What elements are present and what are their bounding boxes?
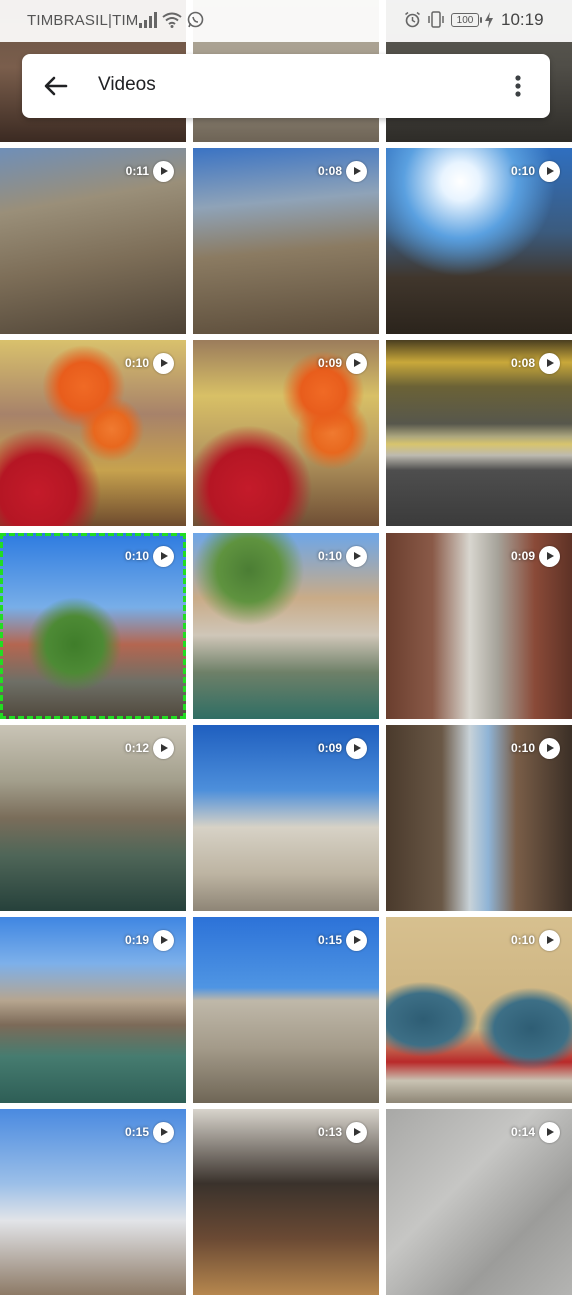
charging-icon <box>485 11 493 28</box>
video-duration: 0:10 <box>510 164 535 178</box>
video-duration: 0:09 <box>317 741 342 755</box>
video-thumbnail[interactable]: 0:09 <box>193 340 379 526</box>
video-thumbnail[interactable]: 0:15 <box>193 917 379 1103</box>
video-thumbnail[interactable]: 0:15 <box>0 1109 186 1295</box>
video-thumbnail[interactable]: 0:08 <box>193 148 379 334</box>
play-icon <box>539 738 560 759</box>
play-icon <box>346 930 367 951</box>
play-icon <box>346 546 367 567</box>
play-icon <box>153 930 174 951</box>
video-duration: 0:10 <box>510 741 535 755</box>
video-thumbnail[interactable]: 0:10 <box>386 148 572 334</box>
play-icon <box>153 1122 174 1143</box>
video-duration: 0:15 <box>124 1125 149 1139</box>
play-icon <box>346 161 367 182</box>
more-options-icon[interactable] <box>502 70 534 102</box>
video-duration: 0:08 <box>510 356 535 370</box>
video-thumbnail[interactable]: 0:19 <box>0 917 186 1103</box>
play-icon <box>153 546 174 567</box>
battery-indicator: 100 <box>451 12 482 27</box>
vibrate-icon <box>428 11 444 28</box>
carrier-label: TIMBRASIL|TIM <box>27 12 139 29</box>
play-icon <box>539 353 560 374</box>
battery-level: 100 <box>456 14 474 26</box>
top-app-bar: Videos <box>22 54 550 118</box>
video-grid: 0:11 0:08 0:10 0:10 0:09 0:08 0:10 0:10 … <box>0 0 572 1295</box>
play-icon <box>153 738 174 759</box>
video-thumbnail[interactable]: 0:12 <box>0 725 186 911</box>
status-icons-right: 100 <box>404 11 493 28</box>
play-icon <box>346 1122 367 1143</box>
play-icon <box>539 546 560 567</box>
video-duration: 0:10 <box>317 549 342 563</box>
video-thumbnail[interactable]: 0:11 <box>0 148 186 334</box>
page-title: Videos <box>98 74 156 95</box>
video-thumbnail[interactable]: 0:10 <box>193 533 379 719</box>
video-thumbnail[interactable]: 0:14 <box>386 1109 572 1295</box>
play-icon <box>539 1122 560 1143</box>
signal-icon <box>139 11 157 28</box>
video-thumbnail[interactable]: 0:08 <box>386 340 572 526</box>
video-thumbnail-selected[interactable]: 0:10 <box>0 533 186 719</box>
back-arrow-icon[interactable] <box>40 70 72 102</box>
video-duration: 0:08 <box>317 164 342 178</box>
clock: 10:19 <box>501 10 544 29</box>
video-thumbnail[interactable]: 0:13 <box>193 1109 379 1295</box>
video-thumbnail[interactable]: 0:10 <box>386 725 572 911</box>
video-thumbnail[interactable]: 0:10 <box>0 340 186 526</box>
video-duration: 0:10 <box>124 356 149 370</box>
status-icons-left <box>139 11 204 28</box>
video-duration: 0:13 <box>317 1125 342 1139</box>
video-duration: 0:10 <box>510 933 535 947</box>
play-icon <box>346 353 367 374</box>
video-thumbnail[interactable]: 0:10 <box>386 917 572 1103</box>
video-duration: 0:15 <box>317 933 342 947</box>
play-icon <box>539 930 560 951</box>
video-duration: 0:12 <box>124 741 149 755</box>
play-icon <box>539 161 560 182</box>
video-thumbnail[interactable]: 0:09 <box>193 725 379 911</box>
video-duration: 0:14 <box>510 1125 535 1139</box>
play-icon <box>153 161 174 182</box>
wifi-icon <box>162 12 182 28</box>
video-duration: 0:09 <box>317 356 342 370</box>
play-icon <box>346 738 367 759</box>
alarm-icon <box>405 11 420 28</box>
video-duration: 0:10 <box>124 549 149 563</box>
video-duration: 0:11 <box>125 164 149 178</box>
whatsapp-icon <box>187 11 204 28</box>
play-icon <box>153 353 174 374</box>
video-duration: 0:19 <box>124 933 149 947</box>
video-thumbnail[interactable]: 0:09 <box>386 533 572 719</box>
video-duration: 0:09 <box>510 549 535 563</box>
status-bar: TIMBRASIL|TIM 100 10:19 <box>0 0 572 42</box>
